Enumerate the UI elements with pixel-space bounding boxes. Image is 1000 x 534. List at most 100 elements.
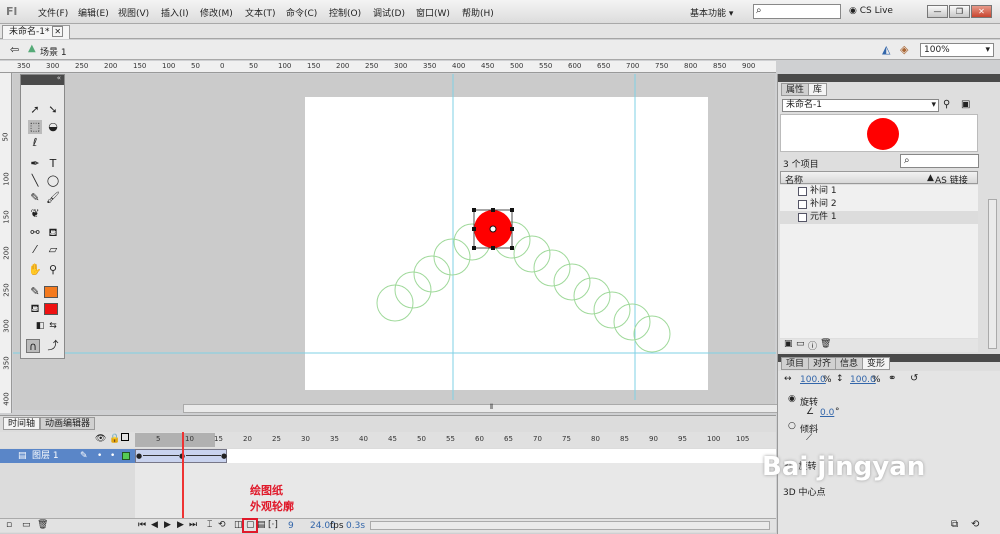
next-frame-icon[interactable]: ▶ [177, 520, 184, 530]
properties-icon[interactable]: ⓘ [808, 339, 817, 352]
tab-components[interactable]: 项目 [781, 357, 810, 370]
layer-name[interactable]: 图层 1 [32, 449, 59, 463]
collapse-icon[interactable]: « [57, 74, 61, 82]
bone-tool-icon[interactable]: ⚯ [28, 226, 42, 240]
first-frame-icon[interactable]: ⏮ [138, 520, 146, 530]
delete-layer-icon[interactable]: 🗑 [37, 520, 48, 530]
fill-color-swatch[interactable] [44, 303, 58, 315]
new-folder-icon[interactable]: ▭ [796, 339, 805, 349]
swap-colors-icon[interactable]: ⇆ [46, 319, 60, 333]
lock-dot-icon[interactable]: • [110, 449, 115, 463]
pen-tool-icon[interactable]: ✒ [28, 157, 42, 171]
dock-header[interactable] [778, 74, 1000, 82]
width-scale-value[interactable]: 100.0 [800, 375, 826, 385]
subselection-tool-icon[interactable]: ➘ [46, 103, 60, 117]
frames-empty-area[interactable] [135, 463, 776, 518]
transform-handle[interactable] [510, 246, 514, 250]
snap-to-objects-icon[interactable]: ∩ [26, 339, 40, 353]
timeline-scrollbar[interactable] [370, 521, 770, 530]
center-frame-icon[interactable]: ⌶ [207, 520, 212, 530]
edit-multiple-frames-icon[interactable]: ▤ [257, 520, 266, 530]
transform-handle[interactable] [472, 208, 476, 212]
new-layer-icon[interactable]: ▫ [6, 520, 12, 530]
transform-handle[interactable] [510, 208, 514, 212]
cs-live-button[interactable]: ◉ CS Live [849, 6, 893, 16]
remove-transform-icon[interactable]: ⟲ [971, 519, 979, 530]
skew-radio[interactable]: ○ [788, 421, 796, 431]
rotate-radio[interactable]: ◉ [788, 394, 796, 404]
lasso-tool-icon[interactable]: ℓ [28, 136, 42, 150]
deco-tool-icon[interactable]: ❦ [28, 207, 42, 221]
zoom-select[interactable]: 100% ▾ [920, 43, 994, 57]
last-frame-icon[interactable]: ⏭ [189, 520, 197, 530]
paint-bucket-tool-icon[interactable]: ⛾ [46, 226, 60, 240]
tab-align[interactable]: 对齐 [808, 357, 837, 370]
brush-tool-icon[interactable]: 🖌 [46, 191, 60, 205]
library-item[interactable]: 补间 1 [780, 185, 978, 198]
duplicate-transform-icon[interactable]: ⧉ [951, 519, 958, 530]
delete-icon[interactable]: 🗑 [820, 339, 831, 349]
new-folder-icon[interactable]: ▭ [22, 520, 31, 530]
layer-row[interactable]: ▤ 图层 1 ✎ • • [0, 449, 135, 463]
text-tool-icon[interactable]: T [46, 157, 60, 171]
layer-outline-color-icon[interactable] [122, 452, 130, 460]
close-window-button[interactable]: ✕ [971, 5, 992, 18]
library-item[interactable]: 元件 1 [780, 211, 978, 224]
constrain-icon[interactable]: ⚭ [888, 373, 896, 384]
edit-scene-icon[interactable]: ◭ [882, 43, 890, 56]
modify-markers-icon[interactable]: [·] [268, 520, 278, 530]
smooth-icon[interactable]: ⤴ [46, 339, 60, 353]
oval-tool-icon[interactable]: ◯ [46, 174, 60, 188]
onion-skin-range[interactable] [135, 433, 215, 447]
tab-transform[interactable]: 变形 [862, 357, 891, 370]
library-scrollbar[interactable] [988, 199, 997, 349]
free-transform-tool-icon[interactable]: ⬚ [28, 120, 42, 134]
transform-handle[interactable] [510, 227, 514, 231]
eyedropper-tool-icon[interactable]: ⁄ [28, 243, 42, 257]
pencil-tool-icon[interactable]: ✎ [28, 191, 42, 205]
lock-icon[interactable]: 🔒 [109, 434, 120, 444]
selection-tool-icon[interactable]: ➚ [28, 103, 42, 117]
reset-icon[interactable]: ↺ [910, 373, 918, 384]
layer-frames[interactable]: ● ● ● [135, 449, 776, 463]
tab-library[interactable]: 库 [808, 83, 828, 96]
keyframe-icon[interactable]: ● [136, 452, 142, 460]
transform-handle[interactable] [472, 246, 476, 250]
tab-motion-editor[interactable]: 动画编辑器 [40, 417, 96, 430]
keyframe-icon[interactable]: ● [221, 452, 227, 460]
transform-handle[interactable] [472, 227, 476, 231]
library-search-input[interactable]: ⌕ [900, 154, 979, 168]
tools-panel-header[interactable]: « [21, 74, 64, 85]
prev-frame-icon[interactable]: ◀ [151, 520, 158, 530]
rotate-value[interactable]: 0.0 [820, 408, 834, 418]
line-tool-icon[interactable]: ╲ [28, 174, 42, 188]
visibility-dot-icon[interactable]: • [97, 449, 102, 463]
restore-button[interactable]: ❐ [949, 5, 970, 18]
transform-handle[interactable] [491, 208, 495, 212]
play-icon[interactable]: ▶ [164, 520, 171, 530]
minimize-button[interactable]: — [927, 5, 948, 18]
library-document-select[interactable]: 未命名-1 ▾ [782, 99, 939, 112]
outline-icon[interactable] [121, 433, 129, 441]
default-colors-icon[interactable]: ◧ [33, 319, 47, 333]
tab-info[interactable]: 信息 [835, 357, 864, 370]
tab-properties[interactable]: 属性 [781, 83, 810, 96]
transform-handle[interactable] [491, 246, 495, 250]
new-library-panel-icon[interactable]: ▣ [961, 99, 970, 110]
horizontal-scrollbar[interactable]: ⦀ [183, 403, 803, 413]
new-symbol-icon[interactable]: ▣ [784, 339, 793, 349]
hand-tool-icon[interactable]: ✋ [28, 263, 42, 277]
eraser-tool-icon[interactable]: ▱ [46, 243, 60, 257]
pin-icon[interactable]: ⚲ [943, 99, 950, 110]
loop-icon[interactable]: ⟲ [218, 520, 226, 530]
onion-skin-outlines-button[interactable]: ▢ [242, 518, 258, 533]
transform-point[interactable] [489, 225, 497, 233]
playhead[interactable] [182, 432, 184, 518]
stroke-color-swatch[interactable] [44, 286, 58, 298]
current-frame[interactable]: 9 [288, 521, 294, 531]
tab-timeline[interactable]: 时间轴 [3, 417, 41, 430]
zoom-tool-icon[interactable]: ⚲ [46, 263, 60, 277]
edit-symbol-icon[interactable]: ◈ [900, 43, 908, 56]
sort-icon[interactable]: ▲ [927, 173, 934, 183]
eye-icon[interactable]: 👁 [95, 434, 106, 444]
